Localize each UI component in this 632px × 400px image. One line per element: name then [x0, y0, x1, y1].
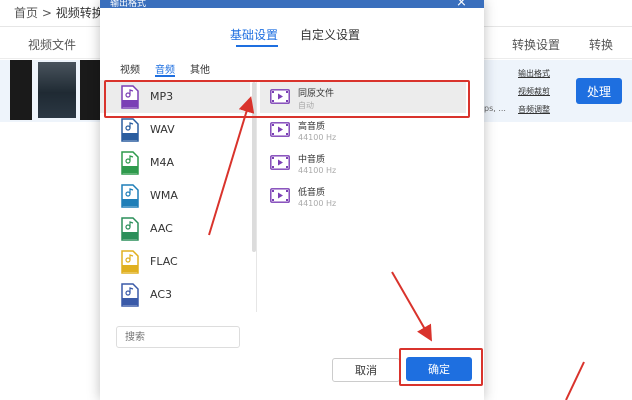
quality-label: 中音质 [298, 155, 326, 165]
dialog-title-bar [100, 0, 484, 8]
format-item-m4a[interactable]: M4A [100, 146, 250, 179]
format-label: WAV [150, 123, 175, 136]
output-format-dialog: 输出格式 × 基础设置 自定义设置 视频 音频 其他 MP3 WAV M4A W… [100, 0, 484, 400]
quality-label: 高音质 [298, 122, 326, 132]
close-icon[interactable]: × [456, 0, 467, 10]
format-item-aac[interactable]: AAC [100, 212, 250, 245]
tab-custom-settings[interactable]: 自定义设置 [300, 26, 360, 43]
tab-basic-settings[interactable]: 基础设置 [230, 26, 278, 43]
format-label: FLAC [150, 255, 178, 268]
quality-sublabel: 44100 Hz [298, 199, 337, 208]
subtab-video[interactable]: 视频 [120, 61, 140, 76]
music-file-icon [120, 250, 140, 274]
format-item-ac3[interactable]: AC3 [100, 278, 250, 311]
video-file-icon [270, 188, 290, 203]
video-file-icon [270, 155, 290, 170]
breadcrumb-separator: > [41, 6, 52, 20]
format-label: AC3 [150, 288, 173, 301]
row-info-fragment: ps, ... [484, 104, 506, 113]
annotation-highlight-box [104, 80, 470, 118]
format-search-input[interactable] [116, 326, 240, 348]
quality-label: 低音质 [298, 188, 326, 198]
music-file-icon [120, 151, 140, 175]
breadcrumb-home[interactable]: 首页 [14, 6, 38, 20]
format-item-wma[interactable]: WMA [100, 179, 250, 212]
video-file-icon [270, 122, 290, 137]
music-file-icon [120, 184, 140, 208]
breadcrumb: 首页 > 视频转换 [14, 4, 104, 21]
breadcrumb-current: 视频转换 [55, 6, 104, 20]
dialog-title: 输出格式 [110, 0, 147, 9]
column-header-convert: 转换 [589, 38, 614, 52]
music-file-icon [120, 217, 140, 241]
subtab-other[interactable]: 其他 [190, 61, 210, 76]
music-file-icon [120, 118, 140, 142]
thumbnail-border-left [10, 60, 32, 120]
annotation-highlight-box [399, 348, 483, 386]
column-header-video-file: 视频文件 [28, 38, 77, 52]
format-item-flac[interactable]: FLAC [100, 245, 250, 278]
video-crop-link[interactable]: 视频裁剪 [518, 86, 550, 97]
thumbnail-border-right [80, 60, 102, 120]
cancel-button[interactable]: 取消 [332, 358, 400, 382]
active-subtab-indicator [155, 75, 175, 77]
column-header-convert-settings: 转换设置 [512, 38, 561, 52]
quality-item-low[interactable]: 低音质 44100 Hz [260, 179, 466, 212]
quality-sublabel: 44100 Hz [298, 166, 337, 175]
quality-item-medium[interactable]: 中音质 44100 Hz [260, 146, 466, 179]
format-label: AAC [150, 222, 173, 235]
process-button[interactable]: 处理 [576, 78, 622, 104]
format-label: M4A [150, 156, 175, 169]
music-file-icon [120, 283, 140, 307]
format-label: WMA [150, 189, 178, 202]
annotation-arrow [565, 361, 585, 400]
subtab-audio[interactable]: 音频 [155, 61, 175, 76]
output-format-link[interactable]: 输出格式 [518, 68, 550, 79]
quality-sublabel: 44100 Hz [298, 133, 337, 142]
video-thumbnail [38, 62, 76, 118]
active-tab-indicator [236, 45, 278, 47]
audio-adjust-link[interactable]: 音频调整 [518, 104, 550, 115]
